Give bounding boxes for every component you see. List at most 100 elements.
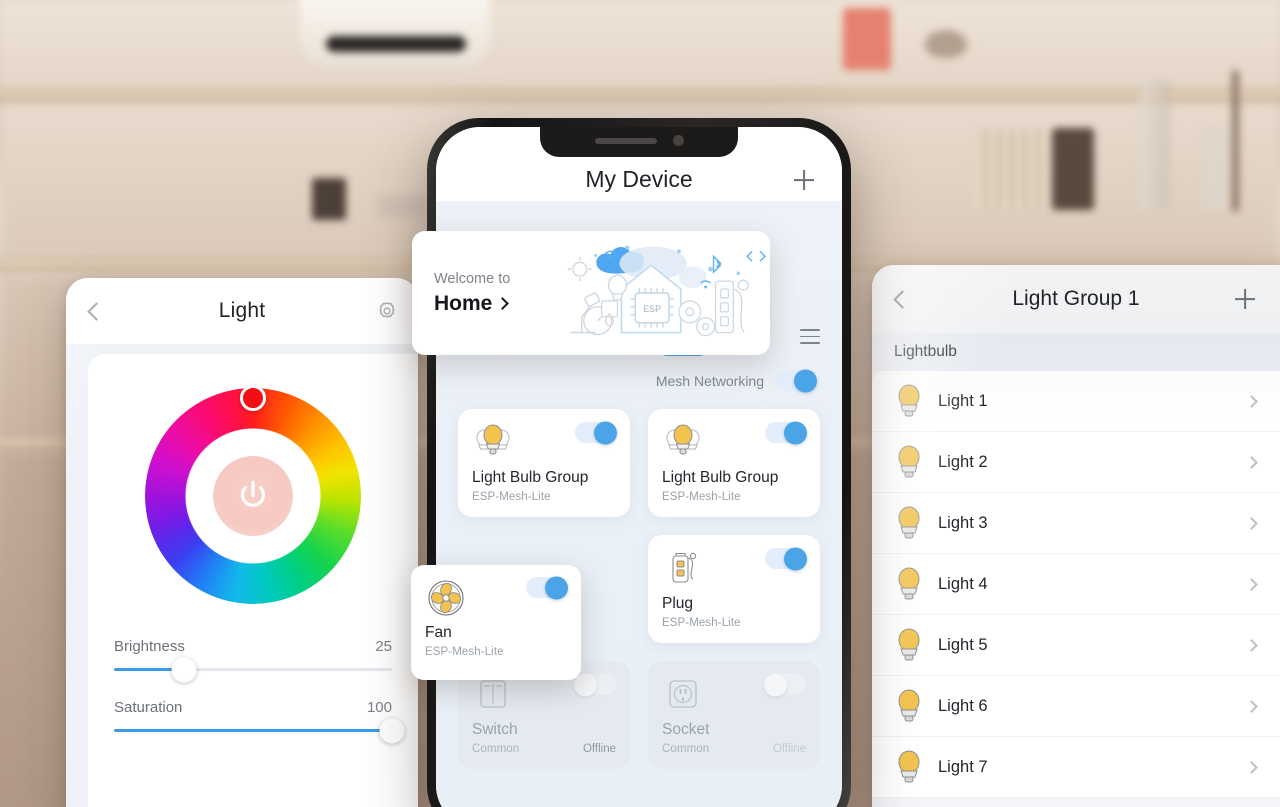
list-item[interactable]: Light 3 [872, 493, 1280, 554]
home-link[interactable]: Home [434, 292, 562, 316]
power-button[interactable] [213, 456, 293, 536]
device-toggle[interactable] [574, 673, 616, 696]
card-top [472, 673, 616, 714]
lightbulb-icon [894, 627, 924, 663]
brightness-value: 25 [375, 638, 392, 655]
list-item-label: Light 2 [938, 452, 988, 471]
light-list: Light 1 Light 2 Light 3 Light 4 Light 5 … [872, 371, 1280, 798]
brightness-slider-row: Brightness 25 [114, 638, 392, 682]
power-icon [240, 480, 266, 507]
gear-icon[interactable] [376, 300, 398, 322]
chevron-right-icon [1245, 394, 1258, 408]
plus-icon[interactable] [793, 169, 815, 191]
phone-mockup: My Device Common ESP-Mesh-Lite Mesh Netw… [427, 118, 851, 807]
saturation-knob[interactable] [379, 718, 405, 743]
color-wheel-control[interactable] [145, 385, 361, 604]
brightness-label: Brightness [114, 638, 185, 655]
list-item[interactable]: Light 4 [872, 554, 1280, 615]
card-sub-row: ESP-Mesh-Lite [662, 617, 806, 629]
list-item-label: Light 1 [938, 391, 988, 410]
mesh-networking-toggle[interactable] [775, 369, 817, 392]
saturation-slider-row: Saturation 100 [114, 699, 405, 743]
device-toggle[interactable] [764, 673, 806, 696]
list-item[interactable]: Light 7 [872, 737, 1280, 798]
hamburger-icon[interactable] [800, 329, 820, 344]
bulb-group-icon [662, 422, 704, 462]
shelf-box [378, 196, 426, 218]
device-card-light-bulb-group-2[interactable]: Light Bulb Group ESP-Mesh-Lite [648, 409, 820, 517]
lightbulb-icon [894, 688, 924, 724]
device-card-light-bulb-group-1[interactable]: Light Bulb Group ESP-Mesh-Lite [458, 409, 630, 517]
chevron-right-icon [1245, 577, 1258, 591]
card-top [662, 673, 806, 714]
card-top [425, 576, 568, 617]
front-camera [672, 135, 684, 146]
ac-vent [326, 36, 466, 52]
device-subtitle: ESP-Mesh-Lite [662, 617, 741, 629]
device-name: Socket [662, 721, 710, 738]
list-item-label: Light 3 [938, 513, 988, 532]
lightbulb-icon [894, 444, 924, 480]
device-toggle[interactable] [765, 547, 807, 570]
list-item[interactable]: Light 5 [872, 615, 1280, 676]
books-stack [975, 130, 1047, 210]
chevron-left-icon[interactable] [88, 302, 99, 321]
light-group-navbar: Light Group 1 [872, 265, 1280, 333]
plus-icon[interactable] [1234, 288, 1256, 310]
section-header: Lightbulb [872, 333, 1280, 371]
ac-unit [300, 0, 490, 66]
welcome-text-block: Welcome to Home [412, 271, 562, 316]
color-wheel-handle[interactable] [240, 385, 266, 411]
device-card-socket[interactable]: Socket Common Offline [648, 661, 820, 769]
page-title: Light Group 1 [1012, 287, 1140, 310]
dark-book [1052, 128, 1094, 210]
brightness-slider[interactable] [114, 657, 392, 682]
device-name: Light Bulb Group [662, 469, 779, 486]
device-name: Light Bulb Group [472, 469, 589, 486]
list-item-label: Light 7 [938, 757, 988, 776]
device-name: Plug [662, 595, 694, 612]
light-control-card: Brightness 25 Saturation 100 [88, 354, 418, 807]
chevron-right-icon [1245, 760, 1258, 774]
chevron-left-icon[interactable] [894, 290, 905, 309]
shelf-divider [1232, 70, 1239, 212]
plug-strip-icon [662, 548, 704, 588]
brightness-knob[interactable] [171, 657, 196, 682]
page-title: Light [218, 299, 266, 322]
device-toggle[interactable] [526, 576, 568, 599]
chevron-right-icon [496, 297, 510, 310]
glass-cylinder [1200, 128, 1228, 210]
lightbulb-icon [894, 749, 924, 785]
device-name: Fan [425, 624, 452, 641]
list-item-label: Light 6 [938, 696, 988, 715]
welcome-label: Welcome to [434, 270, 511, 287]
app-title: My Device [585, 166, 693, 192]
device-card-plug[interactable]: Plug ESP-Mesh-Lite [648, 535, 820, 643]
device-subtitle: Common [472, 743, 520, 755]
chevron-right-icon [1245, 455, 1258, 469]
chevron-right-icon [1245, 516, 1258, 530]
list-item[interactable]: Light 6 [872, 676, 1280, 737]
mesh-networking-row: Mesh Networking [436, 360, 842, 392]
saturation-fill [114, 729, 392, 732]
device-subtitle: ESP-Mesh-Lite [472, 491, 551, 503]
phone-notch [540, 127, 738, 157]
earpiece-speaker [594, 137, 657, 144]
list-item-label: Light 4 [938, 574, 988, 593]
welcome-home-card[interactable]: Welcome to Home ESP [412, 231, 770, 355]
phone-screen: My Device Common ESP-Mesh-Lite Mesh Netw… [436, 127, 842, 807]
shelf-1 [0, 88, 1280, 104]
device-card-fan[interactable]: Fan ESP-Mesh-Lite [411, 565, 581, 680]
saturation-slider[interactable] [114, 718, 405, 743]
card-sub-row: Common Offline [472, 743, 616, 755]
device-subtitle: ESP-Mesh-Lite [425, 646, 504, 658]
device-toggle[interactable] [575, 421, 617, 444]
shelf-book-red [843, 8, 891, 70]
smart-home-esp-illustration: ESP [562, 231, 770, 355]
shelf-bowl [925, 30, 967, 58]
list-item[interactable]: Light 1 [872, 371, 1280, 432]
list-item[interactable]: Light 2 [872, 432, 1280, 493]
device-toggle[interactable] [765, 421, 807, 444]
card-top [662, 547, 807, 588]
wall-switch-icon [472, 674, 514, 714]
